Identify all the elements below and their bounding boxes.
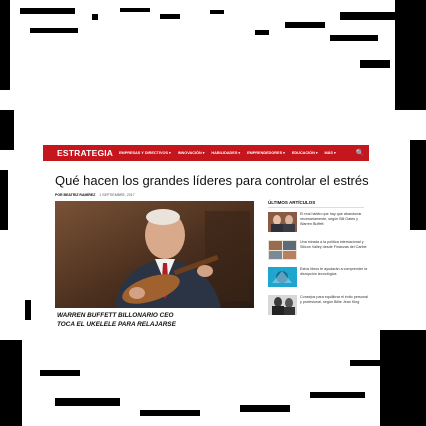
- chevron-down-icon: ▾: [202, 151, 205, 155]
- article-thumbnail[interactable]: [268, 239, 297, 260]
- chevron-down-icon: ▾: [238, 151, 241, 155]
- list-item[interactable]: El real hábito que hay que abandonar nec…: [268, 212, 368, 240]
- chevron-down-icon: ▾: [315, 151, 318, 155]
- article-link[interactable]: Estos libros te ayudarán a comprender la…: [297, 267, 368, 277]
- chevron-down-icon: ▾: [283, 151, 285, 155]
- brand-logo[interactable]: ESTRATEGIA: [43, 148, 113, 158]
- nav-item-emprendedores[interactable]: EMPRENDEDORES▾: [247, 151, 285, 155]
- article-title: Qué hacen los grandes líderes para contr…: [55, 173, 369, 188]
- article-link[interactable]: Una mirada a la política internacional y…: [297, 240, 368, 250]
- nav-item-empresas[interactable]: EMPRESAS Y DIRECTIVOS▾: [119, 151, 171, 155]
- list-item[interactable]: Consejos para equilibrar el éxito person…: [268, 294, 368, 323]
- article-thumbnail[interactable]: [268, 294, 297, 315]
- chevron-down-icon: ▾: [169, 151, 171, 155]
- hero-photo: [55, 201, 254, 308]
- hero-caption: WARREN BUFFETT BILLONARIO CEO TOCA EL UK…: [57, 312, 176, 328]
- article-thumbnail[interactable]: [268, 212, 297, 232]
- article-link[interactable]: El real hábito que hay que abandonar nec…: [297, 212, 368, 227]
- article-hero-image[interactable]: [55, 201, 254, 308]
- latest-articles-list: El real hábito que hay que abandonar nec…: [268, 212, 368, 322]
- article-page: ESTRATEGIA EMPRESAS Y DIRECTIVOS▾ INNOVA…: [43, 145, 369, 345]
- nav-item-mas[interactable]: MÁS▾: [325, 151, 336, 155]
- article-date: 1 SEPTIEMBRE, 2017: [99, 193, 135, 197]
- top-nav: ESTRATEGIA EMPRESAS Y DIRECTIVOS▾ INNOVA…: [43, 145, 369, 161]
- nav-menu: EMPRESAS Y DIRECTIVOS▾ INNOVACIÓN▾ HABIL…: [111, 151, 351, 155]
- nav-item-innovacion[interactable]: INNOVACIÓN▾: [178, 151, 205, 155]
- article-byline: POR BEATRIZ RAMÍREZ 1 SEPTIEMBRE, 2017: [55, 193, 135, 197]
- author-link[interactable]: POR BEATRIZ RAMÍREZ: [55, 193, 95, 197]
- list-item[interactable]: Estos libros te ayudarán a comprender la…: [268, 267, 368, 295]
- sidebar-title: ÚLTIMOS ARTÍCULOS: [268, 200, 316, 205]
- article-thumbnail[interactable]: [268, 267, 297, 287]
- list-item[interactable]: Una mirada a la política internacional y…: [268, 239, 368, 268]
- chevron-down-icon: ▾: [333, 151, 336, 155]
- nav-item-educacion[interactable]: EDUCACIÓN▾: [292, 151, 318, 155]
- divider: [268, 207, 364, 208]
- search-icon[interactable]: 🔍: [351, 149, 369, 157]
- nav-item-habilidades[interactable]: HABILIDADES▾: [211, 151, 240, 155]
- article-link[interactable]: Consejos para equilibrar el éxito person…: [297, 295, 368, 305]
